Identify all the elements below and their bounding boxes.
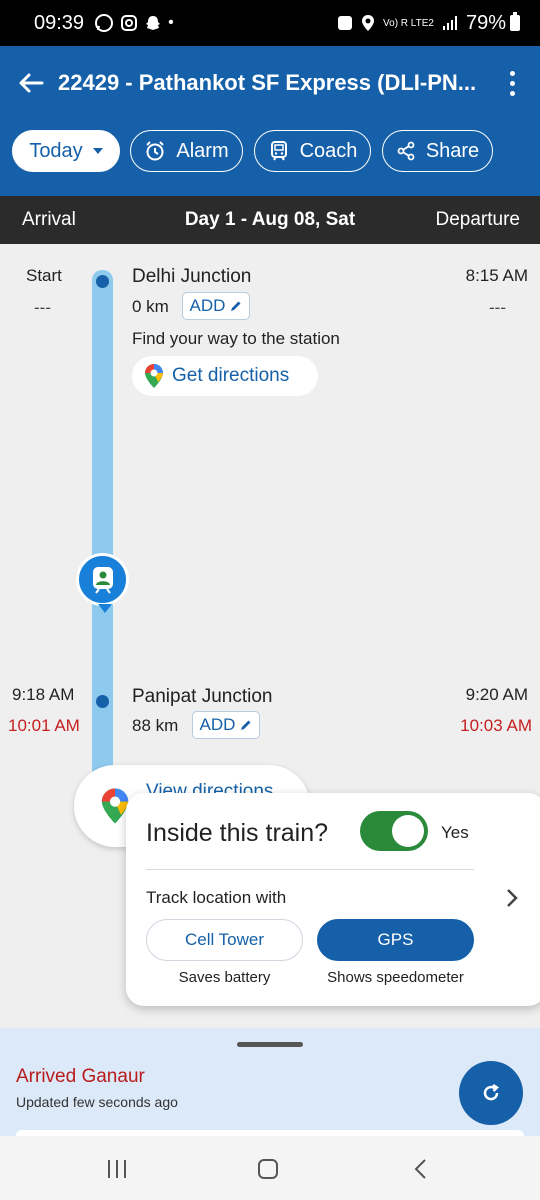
cell-tower-caption: Saves battery <box>178 969 271 986</box>
stop-distance: 0 km <box>132 297 169 316</box>
live-status-text: Arrived Ganaur <box>16 1066 145 1087</box>
stop-departure-scheduled: 9:20 AM <box>465 685 528 704</box>
stop-dot <box>96 695 109 708</box>
back-arrow-icon <box>19 73 44 93</box>
network-indicator: Vo) R LTE2 <box>383 17 434 29</box>
back-button[interactable] <box>14 66 48 100</box>
coach-button[interactable]: Coach <box>254 130 371 172</box>
alarm-button[interactable]: Alarm <box>130 130 243 172</box>
last-updated-text: Updated few seconds ago <box>16 1094 178 1110</box>
battery-level: 79% <box>465 11 506 34</box>
toggle-state-label: Yes <box>441 823 469 842</box>
get-directions-button[interactable]: Get directions <box>132 356 318 396</box>
stop-name: Delhi Junction <box>132 266 252 287</box>
more-options-button[interactable] <box>498 68 526 98</box>
inside-train-card: Inside this train? Yes Track location wi… <box>126 793 540 1006</box>
stop-departure-actual: --- <box>489 298 506 317</box>
home-button[interactable] <box>253 1154 283 1184</box>
refresh-button[interactable] <box>459 1061 523 1125</box>
page-title: 22429 - Pathankot SF Express (DLI-PN... <box>58 70 477 95</box>
signal-icon <box>442 16 457 30</box>
more-dot-icon <box>509 90 515 96</box>
station-hint: Find your way to the station <box>132 329 340 348</box>
recent-apps-button[interactable] <box>102 1154 132 1184</box>
stop-arrival-actual: 10:01 AM <box>8 716 80 735</box>
stop-name: Panipat Junction <box>132 686 273 707</box>
departure-column-header: Departure <box>435 209 521 230</box>
system-nav-bar <box>0 1136 540 1200</box>
gps-caption: Shows speedometer <box>327 969 464 986</box>
stop-dot <box>96 275 109 288</box>
train-passenger-icon <box>92 566 113 594</box>
dot-icon: • <box>168 14 174 31</box>
divider <box>146 869 474 870</box>
alarm-label: Alarm <box>176 139 229 162</box>
recycle-icon <box>338 16 353 30</box>
stop-departure-scheduled: 8:15 AM <box>465 266 528 285</box>
location-icon <box>362 15 375 31</box>
back-chevron-icon <box>414 1159 426 1179</box>
live-status-sheet[interactable]: Arrived Ganaur Updated few seconds ago <box>0 1028 540 1140</box>
status-time: 09:39 <box>34 11 85 34</box>
refresh-icon <box>483 1083 499 1101</box>
stop-arrival-scheduled: 9:18 AM <box>12 685 75 704</box>
notification-icons: • <box>94 13 174 33</box>
gps-label: GPS <box>377 930 414 949</box>
stop-arrival-scheduled: Start <box>26 266 62 285</box>
coach-label: Coach <box>299 139 358 162</box>
google-maps-pin-icon <box>145 364 163 388</box>
add-platform-button[interactable]: ADD <box>192 711 260 739</box>
add-label: ADD <box>199 715 236 734</box>
toggle-knob <box>392 815 424 847</box>
caret-down-icon <box>92 148 103 154</box>
recent-apps-icon <box>108 1160 126 1178</box>
add-platform-button[interactable]: ADD <box>182 292 250 320</box>
add-label: ADD <box>189 296 226 315</box>
pencil-icon <box>241 720 251 730</box>
home-icon <box>258 1159 278 1179</box>
day-header: Arrival Day 1 - Aug 08, Sat Departure <box>0 196 540 244</box>
train-position-marker[interactable] <box>76 553 129 613</box>
alarm-clock-icon <box>146 141 165 161</box>
stop-departure-actual: 10:03 AM <box>460 716 532 735</box>
inside-train-toggle[interactable] <box>360 811 428 851</box>
back-nav-button[interactable] <box>405 1154 435 1184</box>
chevron-right-button[interactable] <box>500 885 524 911</box>
today-dropdown[interactable]: Today <box>12 130 120 172</box>
track-location-label: Track location with <box>146 888 287 907</box>
inside-train-question: Inside this train? <box>146 819 329 847</box>
cell-tower-option[interactable]: Cell Tower <box>146 919 303 961</box>
chevron-right-icon <box>507 889 518 907</box>
cell-tower-label: Cell Tower <box>184 930 265 949</box>
pencil-icon <box>231 301 241 311</box>
gps-option[interactable]: GPS <box>317 919 474 961</box>
share-label: Share <box>425 139 480 162</box>
snapchat-icon <box>146 16 161 30</box>
instagram-icon <box>121 15 138 31</box>
get-directions-label: Get directions <box>172 365 290 386</box>
app-bar: 22429 - Pathankot SF Express (DLI-PN... … <box>0 46 540 196</box>
more-dot-icon <box>509 70 515 76</box>
stop-distance: 88 km <box>132 716 179 735</box>
sheet-drag-handle[interactable] <box>237 1042 303 1047</box>
today-label: Today <box>29 139 83 162</box>
share-icon <box>397 141 415 161</box>
stop-arrival-actual: --- <box>34 298 51 317</box>
train-coach-icon <box>270 141 287 161</box>
battery-icon <box>510 12 520 31</box>
more-dot-icon <box>509 80 515 86</box>
whatsapp-icon <box>95 14 114 32</box>
status-bar: 09:39 • Vo) R LTE2 79% <box>0 0 540 46</box>
share-button[interactable]: Share <box>382 130 493 172</box>
